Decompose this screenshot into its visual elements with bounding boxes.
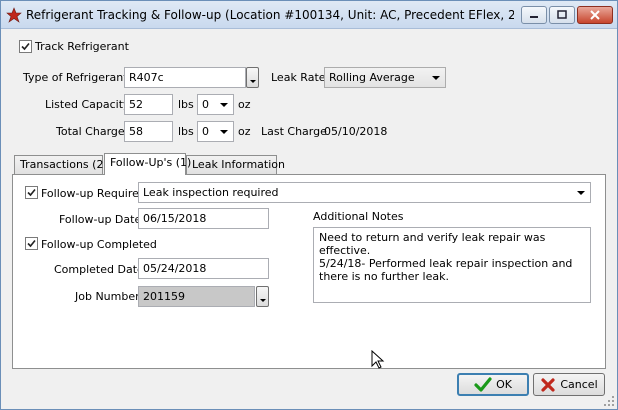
maximize-button[interactable] [549, 6, 575, 24]
listed-capacity-oz-value: 0 [202, 98, 209, 111]
refrigerant-app-icon [6, 7, 22, 23]
type-of-refrigerant-dropdown-button[interactable] [246, 67, 259, 88]
listed-capacity-lbs-unit: lbs [178, 98, 194, 111]
minimize-button[interactable] [521, 6, 547, 24]
total-charge-oz-select[interactable]: 0 [197, 121, 234, 142]
tab-leak-information[interactable]: Leak Information [186, 155, 285, 174]
follow-up-date-label: Follow-up Date [59, 213, 142, 226]
chevron-down-icon [260, 299, 266, 302]
listed-capacity-oz-select[interactable]: 0 [197, 94, 234, 115]
follow-up-completed-checkbox[interactable] [25, 237, 38, 250]
last-charge-label: Last Charge [261, 125, 327, 138]
title-bar[interactable]: Refrigerant Tracking & Follow-up (Locati… [1, 1, 617, 29]
ok-button[interactable]: OK [457, 373, 529, 396]
chevron-down-icon [432, 76, 440, 80]
checkmark-icon [27, 188, 36, 197]
follow-up-completed-label: Follow-up Completed [41, 238, 157, 251]
follow-ups-panel: Follow-up Required Leak inspection requi… [12, 174, 606, 369]
ok-button-label: OK [496, 378, 512, 391]
close-icon [541, 377, 555, 392]
total-charge-oz-value: 0 [202, 125, 209, 138]
follow-up-required-label: Follow-up Required [41, 187, 146, 200]
checkmark-icon [474, 376, 492, 392]
close-button[interactable] [577, 6, 613, 24]
window-title: Refrigerant Tracking & Follow-up (Locati… [26, 8, 514, 22]
close-icon [590, 10, 600, 20]
last-charge-value: 05/10/2018 [324, 125, 388, 138]
cancel-button-label: Cancel [560, 378, 598, 391]
leak-rate-value: Rolling Average [329, 71, 415, 84]
follow-up-required-value: Leak inspection required [143, 186, 279, 199]
completed-date-label: Completed Date [54, 263, 144, 276]
chevron-down-icon [577, 191, 585, 195]
listed-capacity-label: Listed Capacity [45, 98, 130, 111]
total-charge-lbs-input[interactable]: 58 [124, 121, 173, 142]
track-refrigerant-label: Track Refrigerant [35, 40, 129, 53]
chevron-down-icon [250, 80, 256, 83]
listed-capacity-oz-unit: oz [238, 98, 251, 111]
tab-follow-ups[interactable]: Follow-Up's (1) [104, 153, 191, 175]
chevron-down-icon [220, 130, 228, 134]
tab-transactions[interactable]: Transactions (2) [14, 155, 108, 174]
job-number-input[interactable]: 201159 [138, 286, 255, 307]
type-of-refrigerant-input[interactable]: R407c [124, 67, 246, 88]
minimize-icon [530, 16, 538, 18]
total-charge-oz-unit: oz [238, 125, 251, 138]
track-refrigerant-checkbox[interactable] [19, 40, 32, 53]
leak-rate-label: Leak Rate [271, 71, 326, 84]
total-charge-label: Total Charge [56, 125, 125, 138]
follow-up-required-select[interactable]: Leak inspection required [138, 182, 591, 203]
completed-date-input[interactable]: 05/24/2018 [138, 258, 269, 279]
checkmark-icon [27, 239, 36, 248]
maximize-icon [557, 10, 567, 19]
type-of-refrigerant-label: Type of Refrigerant [23, 71, 128, 84]
job-number-label: Job Number [75, 290, 140, 303]
additional-notes-label: Additional Notes [313, 210, 404, 223]
cancel-button[interactable]: Cancel [533, 373, 605, 396]
additional-notes-textarea[interactable]: Need to return and verify leak repair wa… [313, 227, 591, 303]
leak-rate-select[interactable]: Rolling Average [324, 67, 446, 88]
follow-up-required-checkbox[interactable] [25, 186, 38, 199]
follow-up-date-input[interactable]: 06/15/2018 [138, 208, 269, 229]
job-number-dropdown-button[interactable] [256, 286, 269, 307]
resize-grip-icon[interactable] [603, 395, 615, 407]
dialog-window: Refrigerant Tracking & Follow-up (Locati… [0, 0, 618, 410]
mouse-cursor-icon [371, 350, 385, 369]
listed-capacity-lbs-input[interactable]: 52 [124, 94, 173, 115]
total-charge-lbs-unit: lbs [178, 125, 194, 138]
chevron-down-icon [220, 103, 228, 107]
checkmark-icon [21, 42, 30, 51]
